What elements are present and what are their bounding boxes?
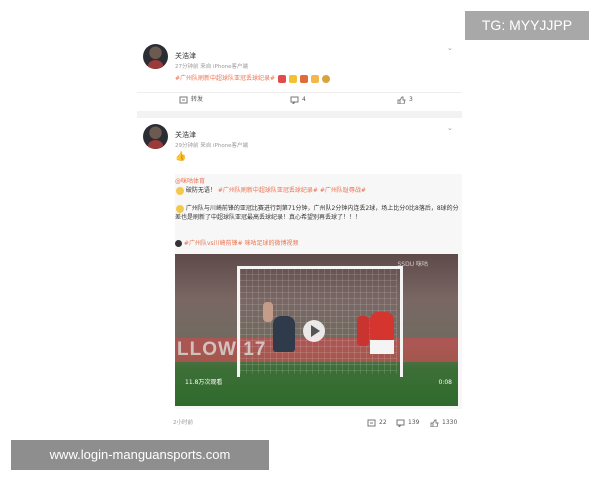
emoji-icon xyxy=(277,74,286,83)
player-figure xyxy=(357,316,369,346)
action-bar: 2小时前 22 139 1330 xyxy=(137,416,462,430)
username[interactable]: 关浩津 xyxy=(175,130,196,140)
comment-button[interactable]: 139 xyxy=(396,418,419,428)
like-count: 1330 xyxy=(442,419,458,426)
tg-badge: TG: MYYJJPP xyxy=(465,11,589,40)
video-topic-line: #广州队vs川崎前锋# 咪咕足球的微博视频 xyxy=(175,239,460,248)
repost-body: 广州队与川崎前锋的亚冠比赛进行到第71分钟，广州队2分钟内连丢2球，场上比分0比… xyxy=(175,204,460,222)
site-watermark: www.login-manguansports.com xyxy=(11,440,269,470)
broadcaster-logo: SSDU 咪咕 xyxy=(397,261,428,268)
chevron-down-icon[interactable]: ⌄ xyxy=(447,124,453,132)
repost-count: 22 xyxy=(379,419,387,426)
avatar[interactable] xyxy=(143,44,168,69)
repost-lead: 破防无语！ xyxy=(185,187,216,194)
post-meta: 29分钟前 来自 iPhone客户端 xyxy=(175,143,249,149)
repost-icon xyxy=(179,96,188,103)
emoji-icon xyxy=(310,74,319,83)
repost-line1: 破防无语！ #广州队刷新中超球队亚冠丢球纪录# #广州队耻辱战# xyxy=(175,186,460,195)
thumbs-up-icon xyxy=(430,419,439,427)
emoji-icon xyxy=(288,74,297,83)
post-text: #广州队刷新中超球队亚冠丢球纪录# xyxy=(175,73,330,83)
comment-icon xyxy=(290,96,299,105)
comment-count: 139 xyxy=(408,419,420,426)
comment-icon xyxy=(396,419,405,428)
player-figure xyxy=(370,340,394,354)
play-button[interactable] xyxy=(303,320,325,342)
weibo-feed: 关浩津 27分钟前 来自 iPhone客户端 ⌄ #广州队刷新中超球队亚冠丢球纪… xyxy=(137,38,462,433)
topic-link[interactable]: #广州队刷新中超球队亚冠丢球纪录# #广州队耻辱战# xyxy=(218,187,366,194)
chevron-down-icon[interactable]: ⌄ xyxy=(447,44,453,52)
action-bar: 转发 4 3 xyxy=(137,92,462,107)
thumbs-up-emoji: 👍 xyxy=(175,152,187,162)
comment-button[interactable]: 4 xyxy=(290,95,306,105)
repost-icon xyxy=(367,419,376,426)
like-button[interactable]: 3 xyxy=(397,95,413,105)
video-duration: 0:08 xyxy=(438,379,452,386)
repost-label: 转发 xyxy=(191,96,204,103)
repost-button[interactable]: 转发 xyxy=(179,95,203,105)
player-figure xyxy=(273,316,295,352)
avatar[interactable] xyxy=(143,124,168,149)
repost-time: 2小时前 xyxy=(173,420,193,426)
post-card: 关浩津 29分钟前 来自 iPhone客户端 ⌄ 👍 @咪咕体育 破防无语！ #… xyxy=(137,118,462,433)
post-card: 关浩津 27分钟前 来自 iPhone客户端 ⌄ #广州队刷新中超球队亚冠丢球纪… xyxy=(137,38,462,111)
player-figure xyxy=(370,312,394,340)
comment-count: 4 xyxy=(302,96,306,103)
video-player[interactable]: LLOW 17 SSDU 咪咕 11.8万次观看 0:08 xyxy=(175,254,458,406)
view-count: 11.8万次观看 xyxy=(185,379,223,386)
repost-button[interactable]: 22 xyxy=(367,418,387,428)
repost-body-text: 广州队与川崎前锋的亚冠比赛进行到第71分钟，广州队2分钟内连丢2球，场上比分0比… xyxy=(175,205,459,221)
thumbs-up-icon xyxy=(397,96,406,104)
username[interactable]: 关浩津 xyxy=(175,51,196,61)
like-button[interactable]: 1330 xyxy=(430,418,457,428)
repost-author[interactable]: @咪咕体育 xyxy=(175,176,205,185)
like-count: 3 xyxy=(409,96,413,103)
emoji-icon xyxy=(176,186,184,195)
emoji-icon xyxy=(176,204,184,213)
repost-box[interactable]: @咪咕体育 破防无语！ #广州队刷新中超球队亚冠丢球纪录# #广州队耻辱战# 广… xyxy=(175,174,462,409)
video-topic-link[interactable]: #广州队vs川崎前锋# 咪咕足球的微博视频 xyxy=(184,240,299,247)
topic-link[interactable]: #广州队刷新中超球队亚冠丢球纪录# xyxy=(175,75,275,82)
emoji-icon xyxy=(299,74,308,83)
emoji-icon xyxy=(321,74,330,83)
post-meta: 27分钟前 来自 iPhone客户端 xyxy=(175,64,249,70)
goalkeeper-figure xyxy=(263,302,273,322)
soccer-ball-icon xyxy=(175,240,182,247)
